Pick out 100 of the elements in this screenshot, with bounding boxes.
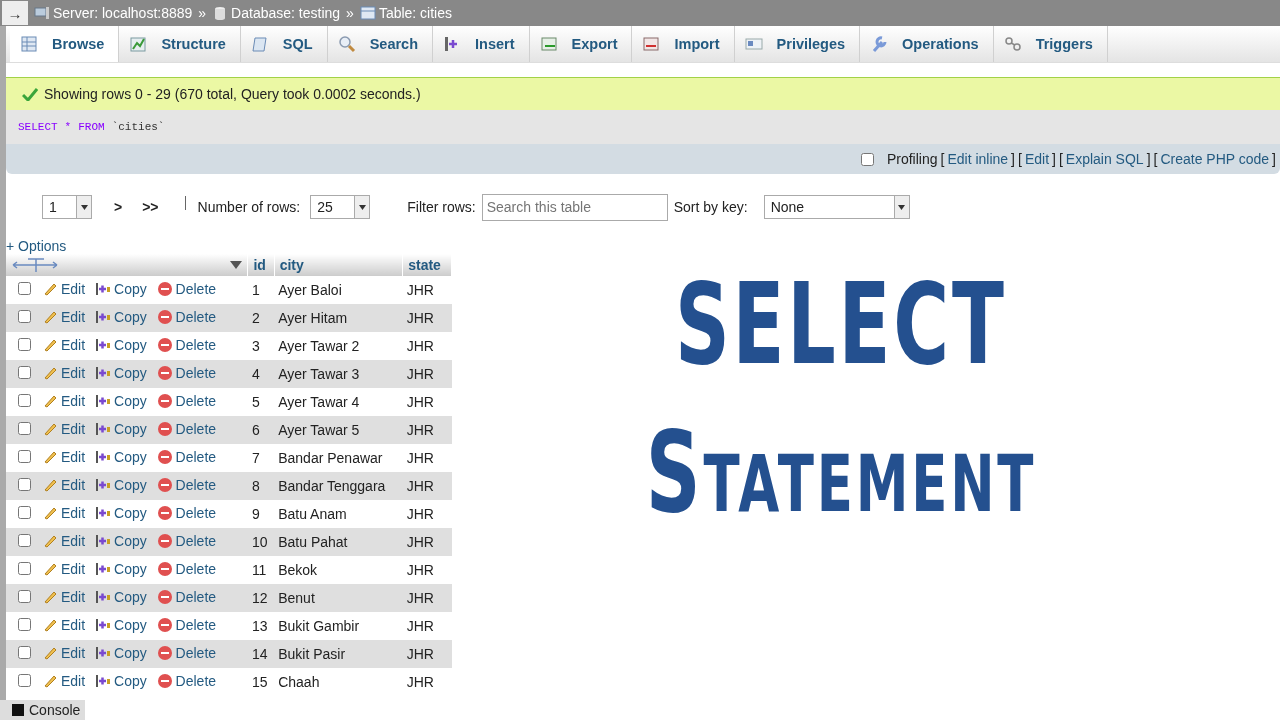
row-checkbox[interactable]	[18, 646, 31, 659]
delete-link[interactable]: Delete	[156, 672, 217, 689]
tab[interactable]: Import	[632, 26, 735, 62]
tab[interactable]: Insert	[433, 26, 530, 62]
sql-keyword[interactable]: SELECT	[18, 121, 58, 133]
edit-link[interactable]: Edit	[42, 504, 86, 521]
delete-link[interactable]: Delete	[156, 588, 217, 605]
row-checkbox[interactable]	[18, 506, 31, 519]
tab[interactable]: Search	[327, 26, 434, 62]
tab[interactable]: Browse	[10, 26, 120, 62]
row-checkbox[interactable]	[18, 338, 31, 351]
query-link[interactable]: Explain SQL	[1065, 151, 1144, 167]
edit-link[interactable]: Edit	[42, 644, 86, 661]
row-checkbox[interactable]	[18, 674, 31, 687]
copy-link[interactable]: Copy	[95, 560, 147, 577]
column-resize-header[interactable]	[6, 254, 248, 276]
query-link[interactable]: Edit	[1024, 151, 1049, 167]
breadcrumb-separator: »	[198, 5, 207, 21]
delete-link[interactable]: Delete	[156, 392, 217, 409]
edit-link[interactable]: Edit	[42, 280, 86, 297]
column-header[interactable]: city	[274, 254, 403, 276]
filter-label: Filter rows:	[407, 199, 476, 215]
caret-icon	[80, 204, 88, 210]
last-page-link[interactable]: >>	[142, 199, 159, 215]
navigation-toggle[interactable]: →	[2, 1, 28, 25]
column-header[interactable]: state	[402, 254, 452, 276]
edit-link[interactable]: Edit	[42, 476, 86, 493]
tab[interactable]: Triggers	[993, 26, 1108, 62]
row-checkbox[interactable]	[18, 366, 31, 379]
delete-link[interactable]: Delete	[156, 280, 217, 297]
copy-link[interactable]: Copy	[95, 616, 147, 633]
row-checkbox[interactable]	[18, 422, 31, 435]
edit-link[interactable]: Edit	[42, 588, 86, 605]
copy-link[interactable]: Copy	[95, 588, 147, 605]
options-link[interactable]: + Options	[6, 238, 67, 254]
delete-link[interactable]: Delete	[156, 448, 217, 465]
delete-link[interactable]: Delete	[156, 644, 217, 661]
row-checkbox[interactable]	[18, 618, 31, 631]
tab[interactable]: Privileges	[734, 26, 861, 62]
delete-link[interactable]: Delete	[156, 364, 217, 381]
edit-link[interactable]: Edit	[42, 392, 86, 409]
delete-link[interactable]: Delete	[156, 532, 217, 549]
edit-link[interactable]: Edit	[42, 616, 86, 633]
row-checkbox[interactable]	[18, 562, 31, 575]
edit-link[interactable]: Edit	[42, 336, 86, 353]
row-checkbox[interactable]	[18, 310, 31, 323]
delete-link[interactable]: Delete	[156, 420, 217, 437]
table-cell: 5	[247, 388, 275, 416]
delete-link[interactable]: Delete	[156, 336, 217, 353]
edit-link[interactable]: Edit	[42, 532, 86, 549]
tab[interactable]: SQL	[240, 26, 328, 62]
next-page-link[interactable]: >	[114, 199, 123, 215]
edit-link[interactable]: Edit	[42, 364, 86, 381]
copy-link[interactable]: Copy	[95, 504, 147, 521]
copy-link[interactable]: Copy	[95, 448, 147, 465]
edit-link[interactable]: Edit	[42, 448, 86, 465]
row-checkbox[interactable]	[18, 394, 31, 407]
copy-link[interactable]: Copy	[95, 420, 147, 437]
copy-link[interactable]: Copy	[95, 392, 147, 409]
edit-link[interactable]: Edit	[42, 308, 86, 325]
console-button[interactable]: Console	[0, 700, 86, 720]
copy-link[interactable]: Copy	[95, 476, 147, 493]
profiling-checkbox[interactable]	[860, 152, 874, 166]
delete-link[interactable]: Delete	[156, 308, 217, 325]
rows-select[interactable]: 25	[310, 195, 371, 219]
dropdown-caret-icon[interactable]	[230, 261, 243, 269]
delete-link[interactable]: Delete	[156, 616, 217, 633]
row-checkbox[interactable]	[18, 282, 31, 295]
edit-link[interactable]: Edit	[42, 672, 86, 689]
copy-link[interactable]: Copy	[95, 672, 147, 689]
delete-link[interactable]: Delete	[156, 476, 217, 493]
edit-link[interactable]: Edit	[42, 420, 86, 437]
filter-field[interactable]: Search this table	[481, 193, 668, 221]
tab[interactable]: Structure	[119, 26, 241, 62]
copy-link[interactable]: Copy	[95, 280, 147, 297]
table-cell: Ayer Hitam	[274, 304, 403, 332]
page-select[interactable]: 1	[42, 195, 92, 219]
edit-link[interactable]: Edit	[42, 560, 86, 577]
row-checkbox[interactable]	[18, 590, 31, 603]
sort-select[interactable]: None	[763, 195, 910, 219]
delete-link[interactable]: Delete	[156, 504, 217, 521]
tab[interactable]: Export	[529, 26, 633, 62]
breadcrumb-link[interactable]: Table: cities	[378, 5, 453, 21]
breadcrumb-link[interactable]: Database: testing	[231, 5, 341, 21]
copy-link[interactable]: Copy	[95, 308, 147, 325]
tab[interactable]: Operations	[860, 26, 994, 62]
row-checkbox[interactable]	[18, 534, 31, 547]
delete-link[interactable]: Delete	[156, 560, 217, 577]
copy-link[interactable]: Copy	[95, 336, 147, 353]
query-link[interactable]: Edit inline	[947, 151, 1009, 167]
query-link[interactable]: Create PHP code	[1160, 151, 1270, 167]
row-checkbox[interactable]	[18, 478, 31, 491]
copy-link[interactable]: Copy	[95, 364, 147, 381]
copy-link[interactable]: Copy	[95, 532, 147, 549]
minus-circle-icon	[156, 504, 173, 521]
column-header[interactable]: id	[247, 254, 275, 276]
row-checkbox[interactable]	[18, 450, 31, 463]
breadcrumb-link[interactable]: Server: localhost:8889	[53, 5, 193, 21]
copy-link[interactable]: Copy	[95, 644, 147, 661]
table-cell: Ayer Tawar 2	[274, 332, 403, 360]
